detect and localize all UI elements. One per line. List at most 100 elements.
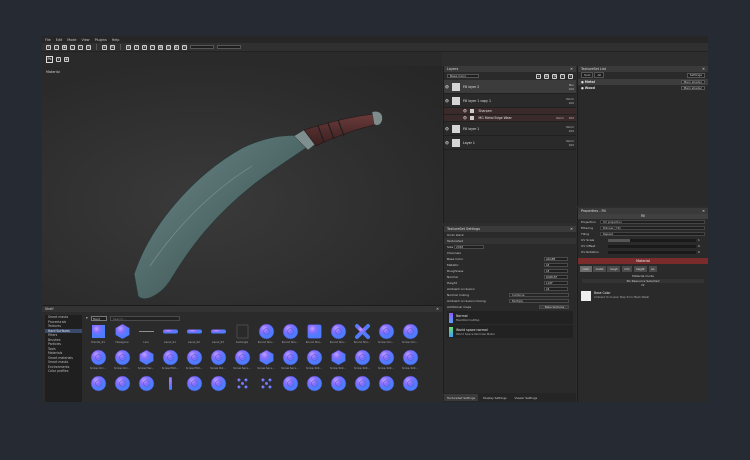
property-select[interactable]: UV projection (600, 219, 705, 225)
share-icon[interactable]: ◉ (64, 56, 69, 62)
menu-file[interactable]: File (45, 38, 51, 42)
close-icon[interactable]: ✕ (702, 208, 705, 214)
shelf-item[interactable] (254, 375, 278, 401)
property-slider[interactable] (608, 244, 696, 248)
shelf-item[interactable] (86, 375, 110, 401)
shelf-item[interactable]: Screw Slot... (398, 349, 422, 375)
shelf-item[interactable] (230, 375, 254, 401)
material-channel-chip[interactable]: metal (593, 266, 606, 272)
property-select[interactable]: Repeat (600, 231, 705, 237)
light-icon[interactable]: ☀ (134, 44, 139, 50)
shelf-item[interactable]: panel_02 (182, 323, 206, 349)
layer-blend-mode[interactable]: Norm 100 (558, 139, 576, 147)
shelf-item[interactable]: panel_01 (158, 323, 182, 349)
property-select[interactable]: Bilinear | HQ (600, 225, 705, 231)
close-icon[interactable]: ✕ (436, 307, 439, 311)
shelf-item[interactable] (326, 375, 350, 401)
toolbar-field-2[interactable] (217, 45, 241, 49)
shelf-item[interactable] (134, 375, 158, 401)
menu-mode[interactable]: Mode (67, 38, 76, 42)
shelf-item[interactable] (182, 375, 206, 401)
layer-blend-mode[interactable]: Pbo 100 (558, 83, 576, 91)
shelf-item[interactable]: Round Sha... (302, 323, 326, 349)
ao-mixing-select[interactable]: Multiply (509, 298, 569, 304)
shelf-item[interactable]: Screw Circ... (398, 323, 422, 349)
shelf-item[interactable] (206, 375, 230, 401)
slider-value[interactable]: 0 (698, 244, 700, 248)
eye-icon[interactable]: 👁 (444, 127, 450, 131)
shelf-search-input[interactable]: Search... (109, 315, 180, 321)
shelf-item[interactable]: Hexagone (110, 323, 134, 349)
layer-row[interactable]: 👁 Fill layer 1 copy 1 Norm 100 (444, 94, 576, 108)
add-layer-icon[interactable]: + (536, 73, 541, 79)
menu-view[interactable]: View (82, 38, 90, 42)
shelf-item[interactable]: Screw Slot... (350, 349, 374, 375)
shelf-item[interactable]: Screw Phill... (158, 349, 182, 375)
shelf-item[interactable]: Screw Phill... (182, 349, 206, 375)
shelf-item[interactable]: Screw Circ... (110, 349, 134, 375)
close-icon[interactable]: ✕ (702, 66, 705, 72)
tab-viewer-settings[interactable]: Viewer Settings (512, 394, 541, 401)
shelf-item[interactable]: Round Sha... (254, 323, 278, 349)
channel-format-select[interactable]: L8 (544, 268, 568, 274)
shader-select[interactable]: Main shader (680, 79, 705, 85)
channel-format-select[interactable]: L8 (544, 262, 568, 268)
shelf-item[interactable]: Line (134, 323, 158, 349)
eye-icon[interactable]: 👁 (444, 141, 450, 145)
symmetry-icon[interactable]: ⇆ (110, 44, 115, 50)
shelf-item[interactable] (110, 375, 134, 401)
eraser-icon[interactable]: ◇ (54, 44, 59, 50)
layer-row[interactable]: 👁 Fill layer 2 Pbo 100 (444, 80, 576, 94)
eye-icon[interactable]: 👁 (462, 116, 468, 120)
base-color-swatch[interactable] (581, 290, 591, 301)
solo-button[interactable]: Solo (581, 72, 594, 79)
add-folder-icon[interactable]: ▭ (560, 73, 565, 79)
property-slider[interactable] (608, 250, 696, 254)
channel-format-select[interactable]: L16F (544, 280, 568, 286)
shelf-category-item[interactable]: Color profiles (45, 369, 82, 374)
eye-icon[interactable]: 👁 (462, 109, 468, 113)
shelf-item[interactable]: Round Sha... (326, 323, 350, 349)
material-channel-chip[interactable]: rough (607, 266, 621, 272)
material-channel-chip[interactable]: height (633, 266, 648, 272)
shelf-item[interactable]: Screw Secu... (278, 349, 302, 375)
sync-icon[interactable]: ↻ (182, 44, 187, 50)
filter-icon[interactable]: ▾ (86, 316, 88, 320)
shelf-item[interactable] (350, 375, 374, 401)
normal-mixing-select[interactable]: Combine (509, 292, 569, 298)
world-normal-map-slot[interactable]: World space normal World Space Normals M… (447, 325, 573, 338)
delete-icon[interactable]: ✕ (568, 73, 573, 79)
normal-map-slot[interactable]: Normal MeshNormalMap (447, 311, 573, 324)
base-color-slot[interactable]: Base Color Ambient Occlusion Map from Me… (578, 288, 708, 304)
property-slider[interactable] (608, 238, 696, 242)
eye-icon[interactable]: 👁 (444, 85, 450, 89)
shelf-item[interactable]: Rectangle (230, 323, 254, 349)
layer-blend-mode[interactable]: Norm 100 (558, 97, 576, 105)
shelf-item[interactable]: Screw Secu... (230, 349, 254, 375)
screenshot-icon[interactable]: ▭ (150, 44, 155, 50)
channel-format-select[interactable]: sRGB8 (544, 256, 568, 262)
smudge-icon[interactable]: ∿ (78, 44, 83, 50)
material-channel-chip[interactable]: nrm (621, 266, 633, 272)
shelf-item[interactable]: Screw Circ... (86, 349, 110, 375)
projection-icon[interactable]: ▣ (62, 44, 67, 50)
render-icon[interactable]: ▦ (158, 44, 163, 50)
menu-help[interactable]: Help (112, 38, 120, 42)
picker-icon[interactable]: ⊕ (102, 44, 107, 50)
size-select[interactable]: 2048 (454, 244, 484, 250)
paint-brush-icon[interactable]: ✎ (46, 44, 51, 50)
eye-icon[interactable]: 👁 (444, 99, 450, 103)
material-channel-chip[interactable]: ao (648, 266, 657, 272)
photoshop-icon[interactable]: Ps (46, 55, 53, 63)
close-icon[interactable]: ✕ (570, 66, 573, 72)
shelf-item[interactable]: Screw Poz... (206, 349, 230, 375)
camera-icon[interactable]: ◎ (126, 44, 131, 50)
tab-textureset-settings[interactable]: TextureSet Settings (444, 394, 479, 401)
shelf-filter-tag[interactable]: Hard (90, 315, 107, 321)
bake-textures-button[interactable]: Bake textures (539, 304, 569, 310)
layer-row[interactable]: 👁 Layer 1 Norm 100 (444, 136, 576, 150)
shelf-item[interactable]: panel_03 (206, 323, 230, 349)
effect-row[interactable]: 👁 Sharpen (444, 108, 576, 115)
mask-icon[interactable]: ◐ (174, 44, 179, 50)
shelf-item[interactable]: Screw Slot... (302, 349, 326, 375)
